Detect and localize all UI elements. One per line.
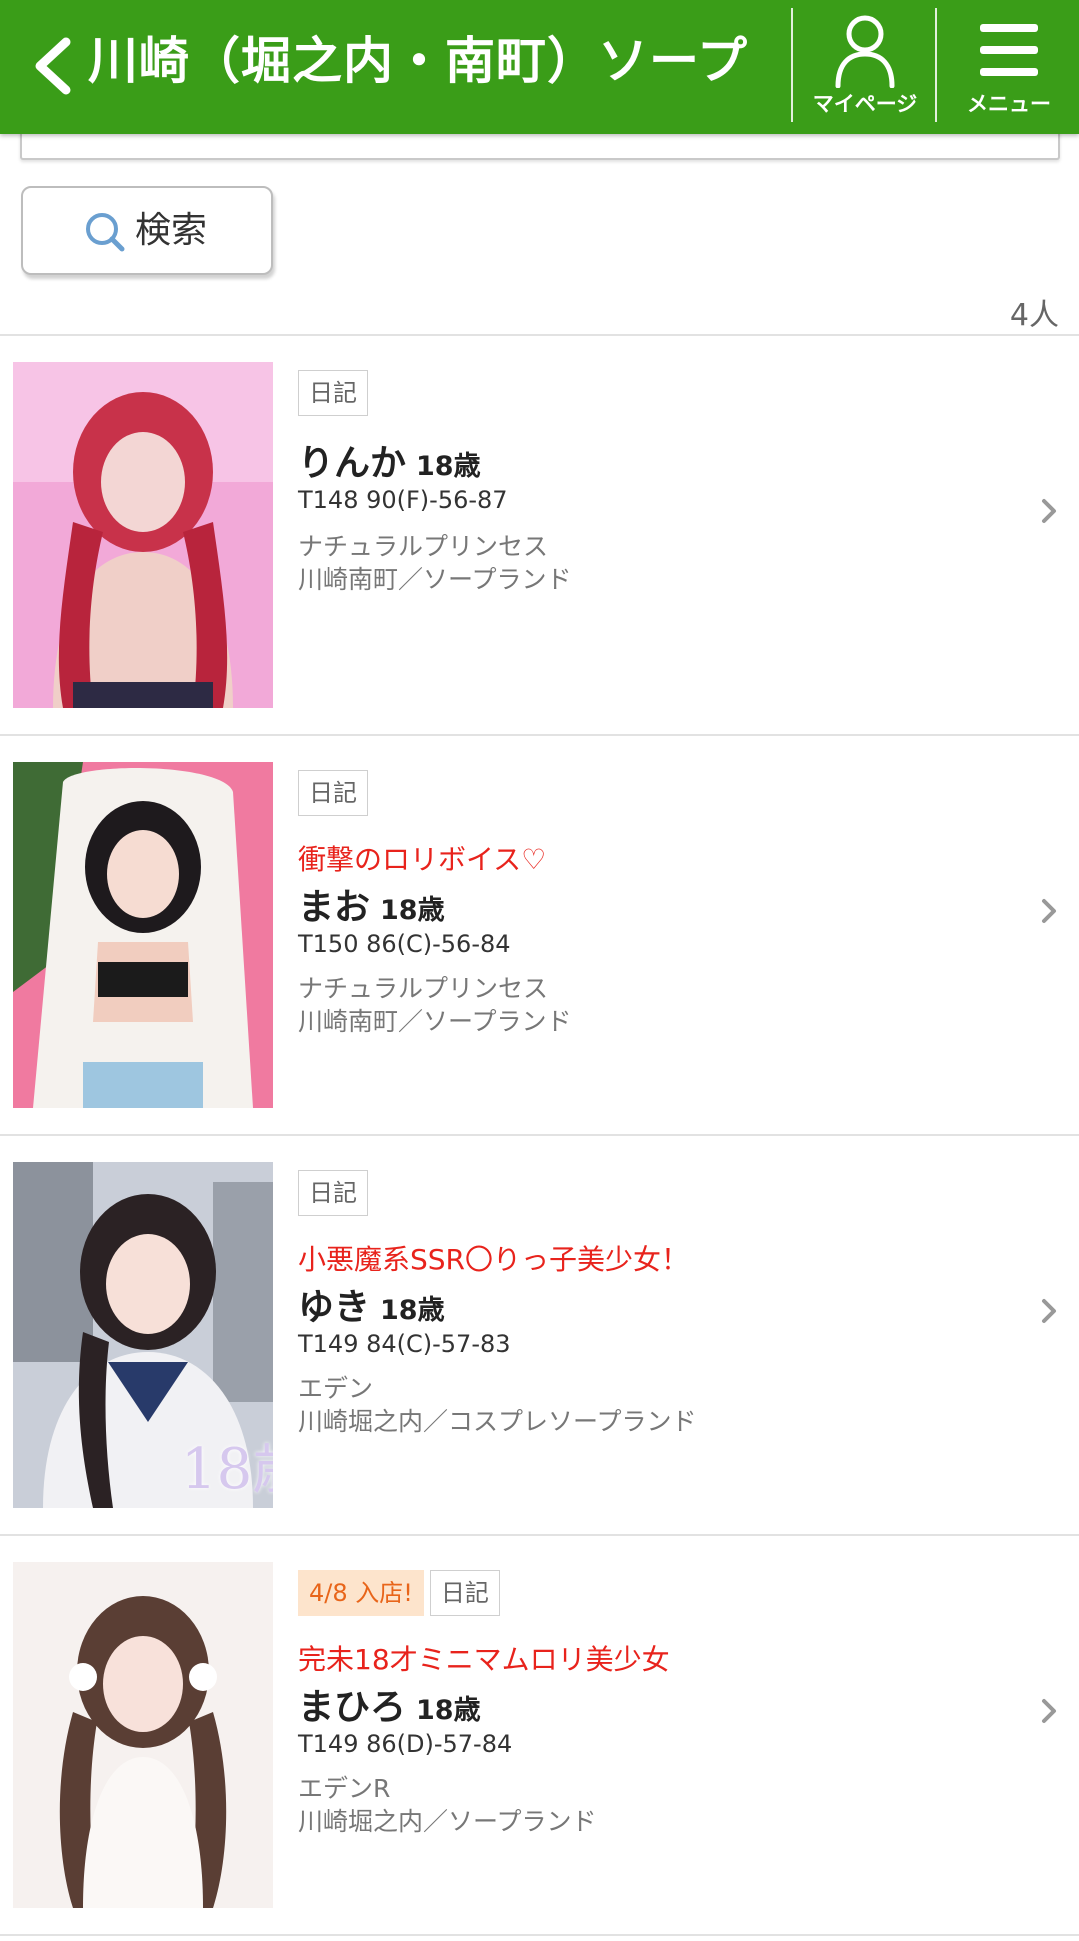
girl-name-line: まひろ 18歳 <box>298 1678 481 1730</box>
back-button[interactable] <box>24 28 80 104</box>
header-divider <box>791 8 793 122</box>
girl-photo <box>13 762 273 1108</box>
header-divider <box>935 8 937 122</box>
girl-name: まひろ <box>298 1687 407 1728</box>
hamburger-menu-icon <box>980 24 1038 76</box>
girl-list-item[interactable]: 日記 りんか 18歳 T148 90(F)-56-87 ナチュラルプリンセス 川崎… <box>0 336 1079 736</box>
badge-row: 日記 <box>298 370 374 416</box>
shop-area: 川崎堀之内／ソープランド <box>298 1807 597 1836</box>
diary-badge: 日記 <box>298 370 368 416</box>
result-count: 4人 <box>1009 298 1059 333</box>
new-entry-badge: 4/8 入店! <box>298 1570 424 1616</box>
search-icon <box>86 213 125 252</box>
badge-row: 4/8 入店! 日記 <box>298 1570 506 1616</box>
girl-name: りんか <box>298 443 407 484</box>
chevron-right-icon <box>1042 1299 1056 1323</box>
chevron-right-icon <box>1042 499 1056 523</box>
shop-name: ナチュラルプリンセス <box>298 974 549 1003</box>
girl-name: まお <box>298 887 371 928</box>
girl-age: 18歳 <box>380 1295 445 1326</box>
profile-photo-placeholder <box>13 762 273 1108</box>
girl-name-line: まお 18歳 <box>298 878 445 930</box>
girl-list-item[interactable]: 18歳 日記 小悪魔系SSR〇りっ子美少女！ ゆき 18歳 T149 84(C)-… <box>0 1136 1079 1536</box>
diary-badge: 日記 <box>298 1170 368 1216</box>
girl-spec: T148 90(F)-56-87 <box>298 486 508 514</box>
menu-button[interactable]: メニュー <box>939 0 1079 134</box>
search-button-label: 検索 <box>135 210 208 251</box>
shop-area: 川崎南町／ソープランド <box>298 565 572 594</box>
menu-label: メニュー <box>967 92 1051 116</box>
chevron-right-icon <box>1042 1699 1056 1723</box>
search-button[interactable]: 検索 <box>21 186 273 275</box>
page-title: 川崎（堀之内・南町）ソープ <box>88 32 748 90</box>
girl-age: 18歳 <box>416 451 481 482</box>
girl-photo <box>13 1562 273 1908</box>
girl-spec: T150 86(C)-56-84 <box>298 930 511 958</box>
girl-name-line: りんか 18歳 <box>298 434 481 486</box>
diary-badge: 日記 <box>429 1570 500 1616</box>
girl-list-item[interactable]: 4/8 入店! 日記 完未18才ミニマムロリ美少女 まひろ 18歳 T149 86(… <box>0 1536 1079 1936</box>
badge-row: 日記 <box>298 1170 374 1216</box>
girl-photo: 18歳 <box>13 1162 273 1508</box>
shop-area: 川崎南町／ソープランド <box>298 1007 572 1036</box>
shop-name: エデン <box>298 1374 374 1403</box>
catch-copy: 衝撃のロリボイス♡ <box>298 843 547 876</box>
badge-row: 日記 <box>298 770 374 816</box>
user-icon <box>835 15 895 88</box>
photo-age-overlay: 18歳 <box>181 1437 273 1502</box>
girl-photo <box>13 362 273 708</box>
girl-name-line: ゆき 18歳 <box>298 1278 445 1330</box>
catch-copy: 小悪魔系SSR〇りっ子美少女！ <box>298 1243 690 1276</box>
mypage-button[interactable]: マイページ <box>795 0 935 134</box>
app-header: 川崎（堀之内・南町）ソープ マイページ メニュー <box>0 0 1079 134</box>
profile-photo-placeholder <box>13 1562 273 1908</box>
diary-badge: 日記 <box>298 770 368 816</box>
girl-age: 18歳 <box>380 895 445 926</box>
catch-copy: 完未18才ミニマムロリ美少女 <box>298 1643 670 1676</box>
shop-area: 川崎堀之内／コスプレソープランド <box>298 1407 697 1436</box>
chevron-right-icon <box>1042 899 1056 923</box>
girl-list-item[interactable]: 日記 衝撃のロリボイス♡ まお 18歳 T150 86(C)-56-84 ナチュラ… <box>0 736 1079 1136</box>
girl-spec: T149 86(D)-57-84 <box>298 1730 513 1758</box>
girl-name: ゆき <box>298 1287 371 1328</box>
mypage-label: マイページ <box>812 92 918 116</box>
shop-name: ナチュラルプリンセス <box>298 532 549 561</box>
girl-age: 18歳 <box>416 1695 481 1726</box>
girl-spec: T149 84(C)-57-83 <box>298 1330 511 1358</box>
shop-name: エデンR <box>298 1774 391 1803</box>
chevron-left-icon <box>35 37 71 95</box>
profile-photo-placeholder <box>13 362 273 708</box>
